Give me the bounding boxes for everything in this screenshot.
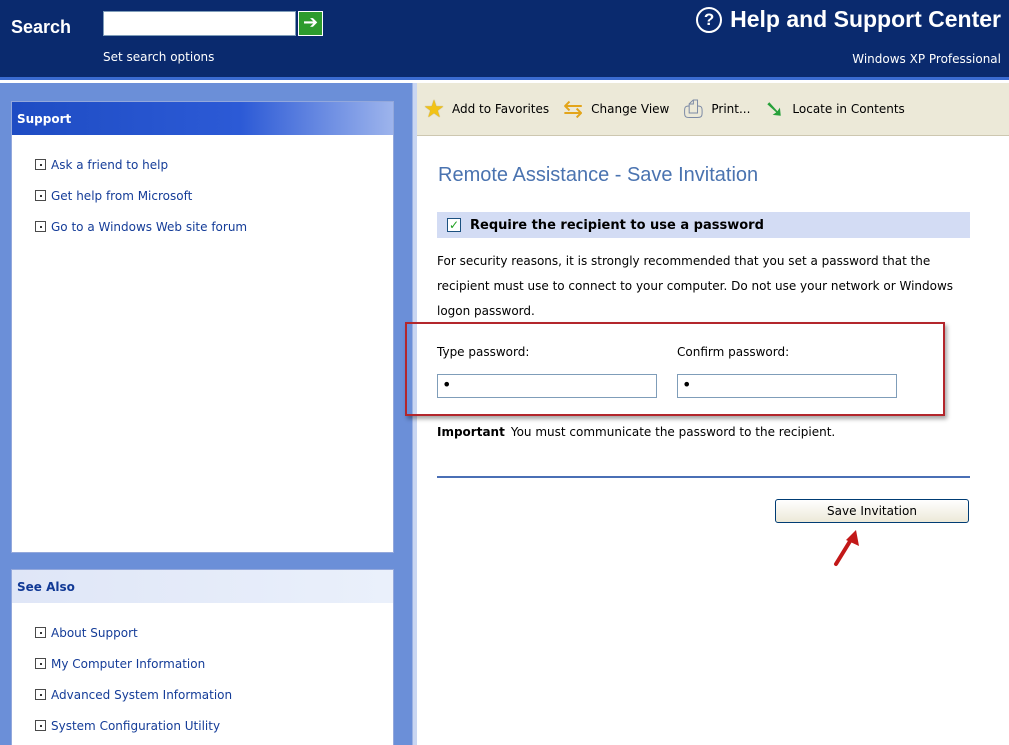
- section-divider: [437, 476, 970, 478]
- important-note: Important You must communicate the passwo…: [437, 425, 835, 439]
- see-also-link-config-utility[interactable]: System Configuration Utility: [51, 719, 220, 733]
- support-heading: Support: [12, 102, 393, 135]
- bullet-icon: [35, 627, 46, 638]
- left-pane: Support Ask a friend to help Get help fr…: [0, 83, 412, 745]
- change-view-label: Change View: [591, 102, 670, 116]
- question-circle-icon: ?: [696, 6, 723, 33]
- locate-arrow-icon: ➘: [764, 95, 785, 123]
- see-also-heading: See Also: [12, 570, 393, 603]
- support-panel: Support Ask a friend to help Get help fr…: [11, 101, 394, 553]
- print-button[interactable]: ⎙ Print...: [678, 94, 751, 124]
- support-links: Ask a friend to help Get help from Micro…: [12, 135, 393, 242]
- search-options-link[interactable]: Set search options: [103, 50, 214, 64]
- bullet-icon: [35, 720, 46, 731]
- change-view-icon: ⇆: [563, 95, 584, 123]
- see-also-link-computer-info[interactable]: My Computer Information: [51, 657, 205, 671]
- header-bar: Search ➔ Set search options ? Help and S…: [0, 0, 1009, 80]
- main-content: Remote Assistance - Save Invitation ✓ Re…: [405, 136, 1009, 745]
- type-password-label: Type password:: [437, 345, 530, 359]
- search-label: Search: [11, 17, 72, 37]
- bullet-icon: [35, 221, 46, 232]
- print-label: Print...: [711, 102, 751, 116]
- page-title: Remote Assistance - Save Invitation: [438, 164, 759, 186]
- see-also-link-advanced-info[interactable]: Advanced System Information: [51, 688, 232, 702]
- search-go-button[interactable]: ➔: [298, 11, 323, 36]
- require-password-label: Require the recipient to use a password: [470, 217, 764, 233]
- list-item[interactable]: About Support: [35, 617, 393, 648]
- list-item[interactable]: Ask a friend to help: [35, 149, 393, 180]
- important-text: You must communicate the password to the…: [510, 425, 836, 439]
- list-item[interactable]: Get help from Microsoft: [35, 180, 393, 211]
- locate-label: Locate in Contents: [792, 102, 905, 116]
- search-input[interactable]: [103, 11, 296, 36]
- locate-contents-button[interactable]: ➘ Locate in Contents: [759, 94, 904, 124]
- see-also-panel: See Also About Support My Computer Infor…: [11, 569, 394, 745]
- see-also-links: About Support My Computer Information Ad…: [12, 603, 393, 741]
- require-password-row: ✓ Require the recipient to use a passwor…: [437, 212, 970, 238]
- star-icon: ★: [423, 95, 445, 123]
- type-password-field[interactable]: •: [437, 374, 657, 398]
- pointer-arrow-icon: [834, 530, 859, 566]
- app-title: ? Help and Support Center: [696, 6, 1001, 33]
- security-description: For security reasons, it is strongly rec…: [437, 254, 954, 318]
- printer-icon: ⎙: [683, 95, 703, 123]
- bullet-icon: [35, 190, 46, 201]
- toolbar: ★ Add to Favorites ⇆ Change View ⎙ Print…: [417, 83, 1009, 136]
- support-link-ask-friend[interactable]: Ask a friend to help: [51, 158, 168, 172]
- support-link-forum[interactable]: Go to a Windows Web site forum: [51, 220, 247, 234]
- confirm-password-label: Confirm password:: [677, 345, 790, 359]
- list-item[interactable]: Go to a Windows Web site forum: [35, 211, 393, 242]
- change-view-button[interactable]: ⇆ Change View: [558, 94, 669, 124]
- require-password-checkbox[interactable]: ✓: [447, 218, 461, 232]
- edition-label: Windows XP Professional: [852, 52, 1001, 66]
- list-item[interactable]: System Configuration Utility: [35, 710, 393, 741]
- list-item[interactable]: My Computer Information: [35, 648, 393, 679]
- bullet-icon: [35, 689, 46, 700]
- confirm-password-field[interactable]: •: [677, 374, 897, 398]
- support-link-microsoft[interactable]: Get help from Microsoft: [51, 189, 192, 203]
- password-highlight-box: [405, 322, 945, 416]
- bullet-icon: [35, 658, 46, 669]
- add-favorites-button[interactable]: ★ Add to Favorites: [419, 94, 549, 124]
- arrow-right-icon: ➔: [302, 12, 319, 33]
- important-label: Important: [437, 425, 505, 439]
- list-item[interactable]: Advanced System Information: [35, 679, 393, 710]
- bullet-icon: [35, 159, 46, 170]
- add-favorites-label: Add to Favorites: [452, 102, 550, 116]
- save-invitation-button[interactable]: Save Invitation: [775, 499, 969, 523]
- app-title-text: Help and Support Center: [730, 6, 1001, 32]
- see-also-link-about-support[interactable]: About Support: [51, 626, 138, 640]
